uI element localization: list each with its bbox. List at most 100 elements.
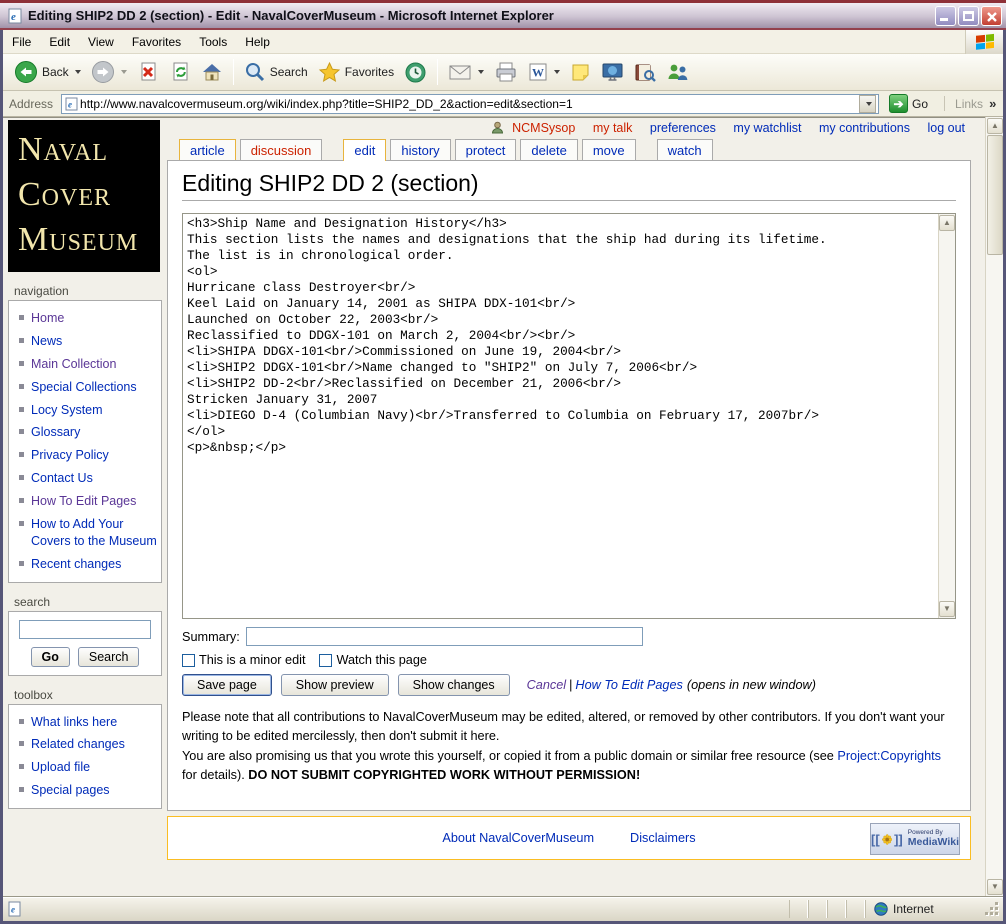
user-page-link[interactable]: NCMSysop — [512, 121, 575, 135]
search-search-button[interactable]: Search — [77, 646, 140, 667]
history-button[interactable] — [399, 58, 432, 87]
sidebar-item-glossary[interactable]: Glossary — [13, 421, 157, 444]
back-button[interactable]: Back — [9, 57, 86, 87]
toolbox-link-what-links-here[interactable]: What links here — [31, 714, 117, 731]
scroll-down-icon[interactable]: ▼ — [939, 601, 955, 617]
edit-with-word-button[interactable]: W — [523, 59, 565, 85]
powered-by-mediawiki-badge[interactable]: [[ ]] Powered By MediaWiki — [870, 823, 960, 855]
toolbox-link-special-pages[interactable]: Special pages — [31, 782, 110, 799]
sidebar-link-recent-changes[interactable]: Recent changes — [31, 556, 121, 573]
my-talk-link[interactable]: my talk — [593, 121, 633, 135]
preferences-link[interactable]: preferences — [650, 121, 716, 135]
stop-button[interactable] — [132, 58, 164, 86]
menu-tools[interactable]: Tools — [190, 32, 236, 52]
menu-file[interactable]: File — [3, 32, 40, 52]
resize-grip[interactable] — [985, 902, 999, 916]
toolbox-link-upload-file[interactable]: Upload file — [31, 759, 90, 776]
address-input[interactable]: e http://www.navalcovermuseum.org/wiki/i… — [61, 93, 880, 114]
refresh-button[interactable] — [164, 58, 196, 86]
toolbox-item-related-changes[interactable]: Related changes — [13, 733, 157, 756]
cancel-link[interactable]: Cancel — [527, 678, 567, 692]
sidebar-item-home[interactable]: Home — [13, 307, 157, 330]
my-watchlist-link[interactable]: my watchlist — [733, 121, 801, 135]
forward-button[interactable] — [86, 57, 132, 87]
show-preview-button[interactable]: Show preview — [280, 674, 389, 696]
messenger-button[interactable] — [661, 59, 695, 86]
summary-input[interactable] — [245, 627, 643, 646]
wikitext-textarea[interactable]: <h3>Ship Name and Designation History</h… — [183, 214, 938, 618]
site-logo[interactable]: Naval Cover Museum — [8, 120, 160, 272]
toolbox-item-what-links-here[interactable]: What links here — [13, 711, 157, 734]
notes-button[interactable] — [565, 59, 596, 86]
my-contributions-link[interactable]: my contributions — [819, 121, 910, 135]
scrollbar-thumb[interactable] — [987, 135, 1003, 255]
address-dropdown-button[interactable] — [859, 94, 877, 113]
watch-page-checkbox[interactable] — [319, 653, 333, 667]
tab-article[interactable]: article — [179, 139, 236, 160]
print-button[interactable] — [489, 58, 523, 86]
watch-page-label[interactable]: Watch this page — [336, 653, 427, 667]
tab-edit[interactable]: edit — [343, 139, 387, 161]
tab-delete[interactable]: delete — [520, 139, 578, 160]
toolbox-item-upload-file[interactable]: Upload file — [13, 756, 157, 779]
sidebar-item-add-covers[interactable]: How to Add Your Covers to the Museum — [13, 513, 157, 553]
scroll-down-icon[interactable]: ▼ — [987, 879, 1003, 895]
show-changes-button[interactable]: Show changes — [397, 674, 510, 696]
scroll-up-icon[interactable]: ▲ — [987, 118, 1003, 134]
sidebar-link-add-covers[interactable]: How to Add Your Covers to the Museum — [31, 516, 157, 550]
search-go-button[interactable]: Go — [30, 646, 70, 667]
editing-help-link[interactable]: How To Edit Pages — [575, 678, 682, 692]
log-out-link[interactable]: log out — [927, 121, 965, 135]
tab-protect[interactable]: protect — [454, 139, 517, 160]
sidebar-link-news[interactable]: News — [31, 333, 62, 350]
menu-help[interactable]: Help — [236, 32, 279, 52]
close-button[interactable] — [981, 5, 1002, 26]
sidebar-link-home[interactable]: Home — [31, 310, 64, 327]
tab-discussion[interactable]: discussion — [239, 139, 323, 160]
menu-view[interactable]: View — [79, 32, 123, 52]
sidebar-link-special-collections[interactable]: Special Collections — [31, 379, 137, 396]
sidebar-item-special-collections[interactable]: Special Collections — [13, 376, 157, 399]
sidebar-item-contact-us[interactable]: Contact Us — [13, 467, 157, 490]
mail-button[interactable] — [443, 59, 489, 85]
go-button[interactable]: ➔ Go — [887, 93, 934, 114]
favorites-button[interactable]: Favorites — [313, 58, 399, 86]
tab-watch[interactable]: watch — [656, 139, 713, 160]
toolbox-item-special-pages[interactable]: Special pages — [13, 779, 157, 802]
sidebar-item-privacy-policy[interactable]: Privacy Policy — [13, 444, 157, 467]
sidebar-link-privacy-policy[interactable]: Privacy Policy — [31, 447, 109, 464]
full-screen-button[interactable] — [596, 59, 629, 86]
search-input[interactable] — [19, 619, 151, 639]
textarea-scrollbar[interactable]: ▲ ▼ — [938, 214, 955, 618]
minor-edit-checkbox[interactable] — [182, 653, 195, 667]
sidebar-link-contact-us[interactable]: Contact Us — [31, 470, 93, 487]
forward-dropdown-icon[interactable] — [120, 70, 127, 74]
research-button[interactable] — [629, 59, 661, 86]
sidebar-link-main-collection[interactable]: Main Collection — [31, 356, 116, 373]
project-copyrights-link[interactable]: Project:Copyrights — [837, 749, 941, 763]
sidebar-link-how-to-edit[interactable]: How To Edit Pages — [31, 493, 136, 510]
mail-dropdown-icon[interactable] — [478, 70, 485, 74]
sidebar-item-main-collection[interactable]: Main Collection — [13, 353, 157, 376]
toolbox-link-related-changes[interactable]: Related changes — [31, 736, 125, 753]
search-button[interactable]: Search — [239, 58, 313, 86]
sidebar-item-news[interactable]: News — [13, 330, 157, 353]
sidebar-link-glossary[interactable]: Glossary — [31, 424, 80, 441]
home-button[interactable] — [196, 58, 228, 86]
links-bar[interactable]: Links » — [944, 96, 996, 111]
sidebar-item-locy-system[interactable]: Locy System — [13, 399, 157, 422]
sidebar-item-recent-changes[interactable]: Recent changes — [13, 553, 157, 576]
menu-edit[interactable]: Edit — [40, 32, 79, 52]
maximize-button[interactable] — [958, 5, 979, 26]
tab-history[interactable]: history — [390, 139, 451, 160]
window-scrollbar[interactable]: ▲ ▼ — [985, 117, 1003, 896]
sidebar-item-how-to-edit[interactable]: How To Edit Pages — [13, 490, 157, 513]
tab-move[interactable]: move — [581, 139, 636, 160]
back-dropdown-icon[interactable] — [74, 70, 81, 74]
disclaimers-link[interactable]: Disclaimers — [630, 831, 696, 845]
minimize-button[interactable] — [935, 5, 956, 26]
sidebar-link-locy-system[interactable]: Locy System — [31, 402, 103, 419]
title-bar[interactable]: e Editing SHIP2 DD 2 (section) - Edit - … — [0, 0, 1006, 30]
links-chevron-icon[interactable]: » — [989, 96, 996, 111]
save-page-button[interactable]: Save page — [182, 674, 272, 696]
